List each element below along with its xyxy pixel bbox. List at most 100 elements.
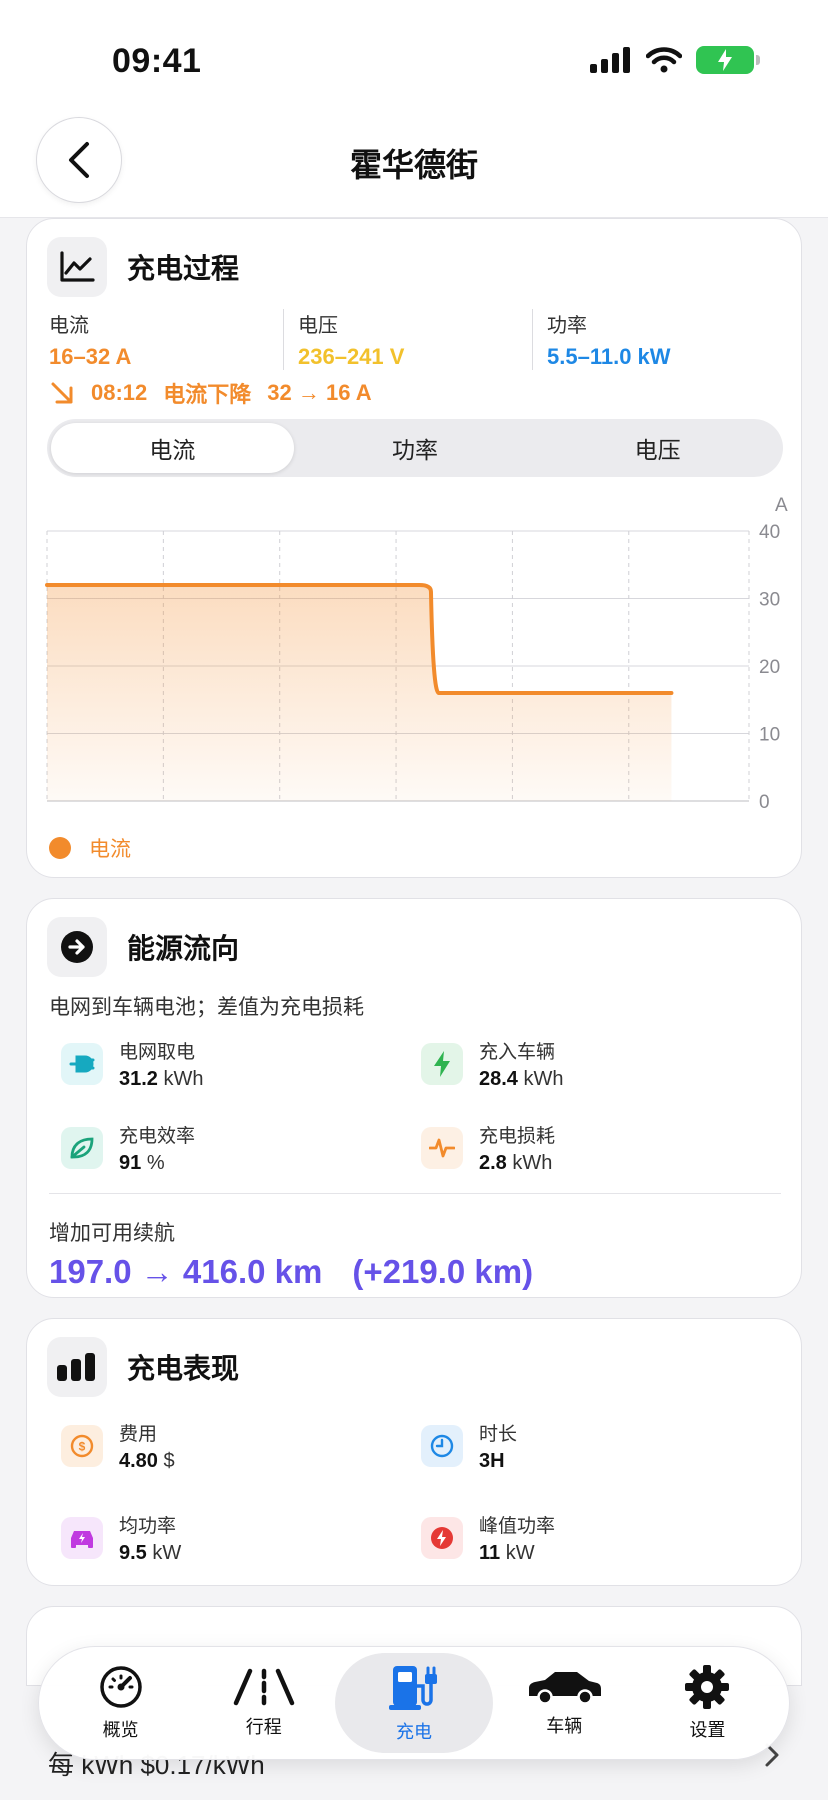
card-header: 充电过程 xyxy=(47,237,239,297)
segment-voltage[interactable]: 电压 xyxy=(536,423,779,473)
energy-subtitle: 电网到车辆电池；差值为充电损耗 xyxy=(49,996,364,1019)
battery-charging-icon xyxy=(696,46,760,74)
charging-process-card: 充电过程 电流 16–32 A 电压 236–241 V 功率 5.5–11.0… xyxy=(26,218,802,878)
stat-label: 功率 xyxy=(547,315,587,337)
legend-label: 电流 xyxy=(89,838,131,861)
current-chart: 403020100A06:3107:0107:3108:0108:3109:01 xyxy=(45,495,788,811)
tab-trips[interactable]: 行程 xyxy=(192,1653,335,1753)
item-label: 峰值功率 xyxy=(479,1516,556,1537)
card-title: 能源流向 xyxy=(127,933,240,964)
range-change: 197.0 → 416.0 km xyxy=(49,1253,323,1290)
current-drop-event: 08:12 电流下降 32 → 16 A xyxy=(49,377,372,409)
range-stats: 电流 16–32 A 电压 236–241 V 功率 5.5–11.0 kW xyxy=(49,309,781,370)
card-title: 充电表现 xyxy=(127,1353,240,1384)
item-value: 91 xyxy=(119,1152,142,1174)
chart-legend: 电流 xyxy=(49,833,131,863)
item-label: 充电损耗 xyxy=(479,1126,556,1147)
fuel-pump-charger-icon xyxy=(389,1666,437,1710)
svg-text:$: $ xyxy=(79,1440,86,1454)
item-value: 3H xyxy=(479,1450,505,1472)
speedometer-icon xyxy=(99,1666,142,1708)
item-label: 费用 xyxy=(119,1424,158,1445)
charging-car-icon xyxy=(61,1517,103,1559)
item-unit: $ xyxy=(163,1450,175,1472)
line-chart-icon xyxy=(47,237,107,297)
stat-value: 16–32 A xyxy=(49,344,132,369)
performance-stats-grid: $ 费用 4.80 $ 时长 3H 均功率 9.5 kW 峰值功率 11 kW xyxy=(61,1419,781,1565)
stat-label: 电压 xyxy=(298,315,338,337)
energy-stats-grid: 电网取电 31.2 kWh 充入车辆 28.4 kWh 充电效率 91 % 充电… xyxy=(61,1037,781,1175)
item-value: 4.80 xyxy=(119,1450,158,1472)
stat-cost: $ 费用 4.80 $ xyxy=(61,1419,421,1473)
stat-label: 电流 xyxy=(49,315,89,337)
arrow-right-circle-icon xyxy=(47,917,107,977)
stat-current: 电流 16–32 A xyxy=(49,309,283,370)
stat-value: 5.5–11.0 kW xyxy=(547,344,671,369)
item-label: 充入车辆 xyxy=(479,1042,556,1063)
wifi-icon xyxy=(646,47,682,73)
plug-icon xyxy=(61,1043,103,1085)
stat-loss: 充电损耗 2.8 kWh xyxy=(421,1121,781,1175)
item-value: 9.5 xyxy=(119,1542,147,1564)
legend-swatch xyxy=(49,837,71,859)
card-title: 充电过程 xyxy=(127,253,240,284)
item-unit: kWh xyxy=(512,1152,553,1174)
arrow-down-right-icon xyxy=(51,382,73,404)
bolt-circle-icon xyxy=(421,1517,463,1559)
item-value: 28.4 xyxy=(479,1068,518,1090)
item-value: 2.8 xyxy=(479,1152,507,1174)
energy-flow-card: 能源流向 电网到车辆电池；差值为充电损耗 电网取电 31.2 kWh 充入车辆 … xyxy=(26,898,802,1298)
range-delta: (+219.0 km) xyxy=(352,1253,534,1290)
tab-label: 充电 xyxy=(396,1722,432,1742)
tab-overview[interactable]: 概览 xyxy=(49,1653,192,1753)
stat-avg-power: 均功率 9.5 kW xyxy=(61,1511,421,1565)
y-tick-label: 30 xyxy=(759,590,780,611)
nav-bar: 霍华德街 xyxy=(0,110,828,218)
item-label: 均功率 xyxy=(119,1516,177,1537)
gear-icon xyxy=(685,1665,730,1709)
bar-chart-icon xyxy=(47,1337,107,1397)
charging-performance-card: 充电表现 $ 费用 4.80 $ 时长 3H 均功率 9.5 kW 峰值功率 1… xyxy=(26,1318,802,1586)
tab-settings[interactable]: 设置 xyxy=(636,1653,779,1753)
y-tick-label: 40 xyxy=(759,522,780,543)
tab-vehicle[interactable]: 车辆 xyxy=(493,1653,636,1753)
tab-label: 设置 xyxy=(689,1720,726,1740)
item-value: 31.2 xyxy=(119,1068,158,1090)
stat-grid-draw: 电网取电 31.2 kWh xyxy=(61,1037,421,1091)
tab-bar: 概览 行程 充电 车辆 设置 xyxy=(38,1646,790,1760)
segment-power[interactable]: 功率 xyxy=(294,423,537,473)
item-label: 时长 xyxy=(479,1424,518,1445)
event-time: 08:12 xyxy=(91,380,148,405)
item-unit: kW xyxy=(505,1542,535,1564)
tab-label: 行程 xyxy=(245,1717,282,1737)
car-icon xyxy=(529,1672,602,1705)
y-tick-label: 10 xyxy=(759,725,780,746)
clock-icon xyxy=(421,1425,463,1467)
metric-segmented-control: 电流 功率 电压 xyxy=(47,419,783,477)
item-unit: % xyxy=(146,1152,165,1174)
item-label: 充电效率 xyxy=(119,1126,196,1147)
divider xyxy=(49,1193,781,1194)
range-value: 197.0 → 416.0 km (+219.0 km) xyxy=(49,1253,533,1291)
stat-voltage: 电压 236–241 V xyxy=(283,309,532,370)
stat-value: 236–241 V xyxy=(298,344,405,369)
y-tick-label: 20 xyxy=(759,657,780,678)
stat-power: 功率 5.5–11.0 kW xyxy=(532,309,781,370)
card-header: 能源流向 xyxy=(47,917,239,977)
y-unit-label: A xyxy=(775,495,788,516)
item-unit: kW xyxy=(152,1542,182,1564)
item-label: 电网取电 xyxy=(119,1042,196,1063)
status-icons xyxy=(590,46,760,74)
waveform-icon xyxy=(421,1127,463,1169)
dollar-coin-icon: $ xyxy=(61,1425,103,1467)
tab-label: 车辆 xyxy=(546,1716,583,1736)
event-change: 32 → 16 A xyxy=(267,380,372,405)
card-header: 充电表现 xyxy=(47,1337,239,1397)
range-label: 增加可用续航 xyxy=(49,1222,175,1245)
tab-charging[interactable]: 充电 xyxy=(335,1653,493,1753)
segment-current[interactable]: 电流 xyxy=(51,423,294,473)
status-bar: 09:41 xyxy=(0,0,828,110)
y-tick-label: 0 xyxy=(759,792,770,811)
stat-efficiency: 充电效率 91 % xyxy=(61,1121,421,1175)
tab-label: 概览 xyxy=(102,1720,139,1740)
